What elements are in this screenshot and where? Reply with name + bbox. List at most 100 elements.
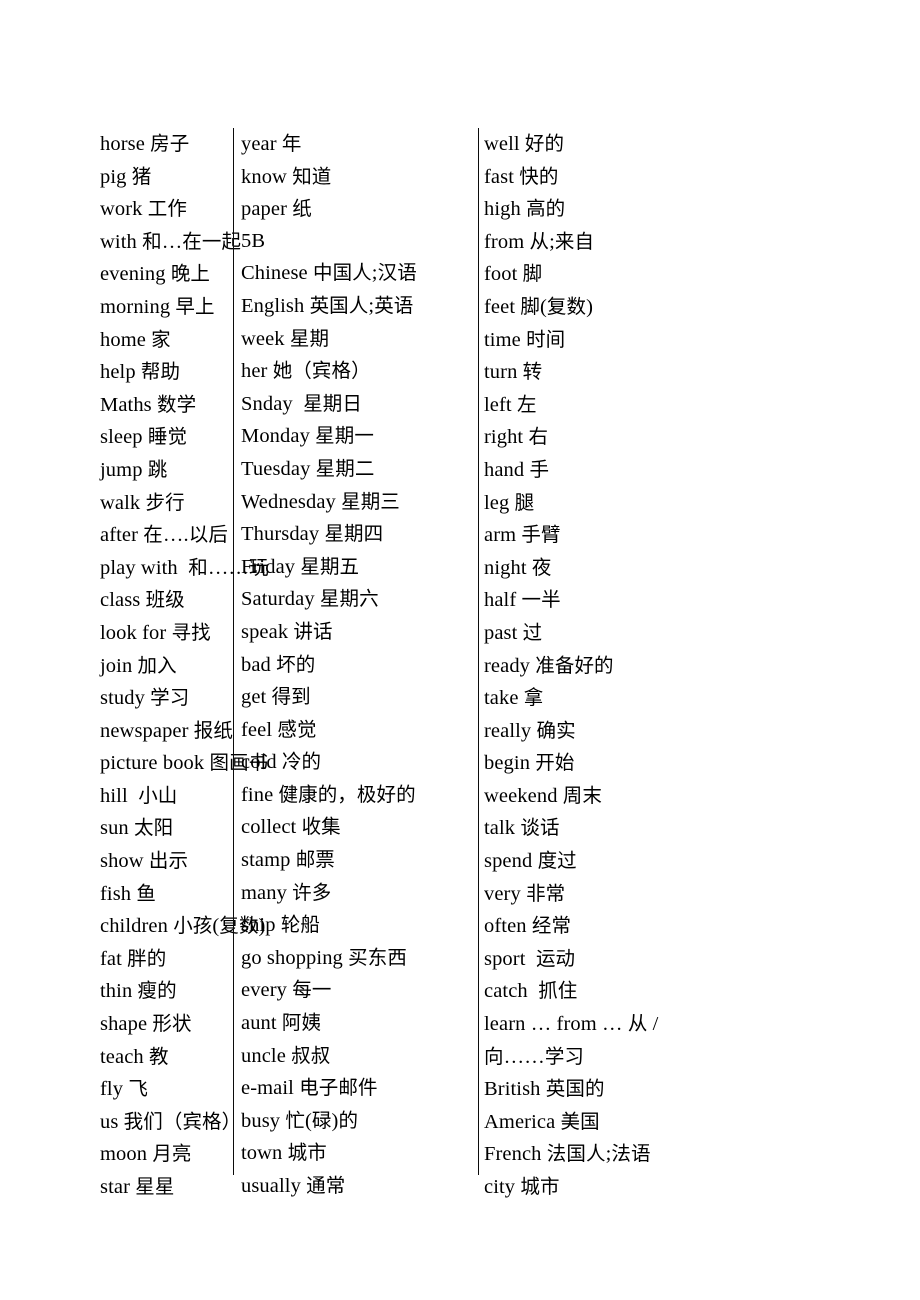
vocabulary-entry: from 从;来自 — [484, 229, 595, 253]
vocabulary-columns: horse 房子 pig 猪 work 工作 with 和…在一起 evening 晚上… — [0, 128, 920, 1198]
entry-translation-run: 她（宾格） — [272, 359, 371, 383]
vocabulary-entry: join 加入 — [100, 653, 177, 677]
vocabulary-entry: sun 太阳 — [100, 816, 174, 840]
vocabulary-entry: hill 小山 — [100, 783, 178, 807]
vocabulary-entry: often 经常 — [484, 914, 572, 938]
entry-translation-run: 脚 — [520, 294, 540, 318]
entry-translation-run: 的 — [338, 1108, 359, 1132]
vocabulary-entry: past 过 — [484, 620, 543, 644]
vocabulary-entry: horse 房子 — [100, 132, 190, 155]
entry-translation-run: 腿 — [514, 490, 535, 514]
entry-translation-run: 胖的 — [127, 946, 167, 970]
vocabulary-entry: uncle 叔叔 — [241, 1043, 331, 1067]
vocabulary-entry: sport 运动 — [484, 946, 576, 970]
vocabulary-entry: after 在….以后 — [100, 523, 228, 547]
vocabulary-entry: arm 手臂 — [484, 523, 561, 547]
vocabulary-entry: paper 纸 — [241, 197, 312, 221]
entry-translation-run: 加入 — [137, 653, 177, 677]
entry-translation-run: 坏的 — [276, 652, 316, 676]
entry-translation-run: 知道 — [292, 164, 332, 188]
vocabulary-entry: really 确实 — [484, 718, 576, 742]
entry-translation-run: 收集 — [301, 815, 341, 839]
entry-translation-run: 法国人 — [546, 1142, 606, 1166]
entry-translation-run: 周末 — [562, 783, 602, 807]
vocabulary-entry: French 法国人;法语 — [484, 1142, 651, 1166]
vocabulary-entry: ship 轮船 — [241, 913, 321, 937]
vocabulary-entry: star 星星 — [100, 1175, 175, 1198]
entry-translation-run: 瘦的 — [137, 979, 177, 1003]
entry-translation-run: 手臂 — [521, 523, 561, 547]
entry-translation-run: 快的 — [519, 164, 559, 188]
entry-translation-run: 星期 — [289, 326, 330, 350]
entry-translation-run: 手 — [529, 457, 550, 481]
vocabulary-entry: right 右 — [484, 425, 549, 449]
vocabulary-entry: 5B — [241, 229, 266, 252]
entry-translation-run: 形状 — [152, 1012, 192, 1036]
entry-translation-run: 谈话 — [520, 816, 560, 840]
entry-translation-run: 纸 — [292, 197, 312, 221]
entry-translation-run: 城市 — [287, 1141, 327, 1165]
entry-translation-run: 数学 — [156, 392, 197, 416]
entry-translation-run: 买东西 — [348, 945, 407, 969]
vocabulary-entry: America 美国 — [484, 1109, 600, 1133]
entry-translation-run: 冷的 — [281, 750, 322, 774]
vocabulary-entry: fast 快的 — [484, 164, 559, 188]
vocabulary-entry: very 非常 — [484, 881, 566, 905]
vocabulary-entry: city 城市 — [484, 1175, 560, 1198]
entry-translation-run: 右 — [528, 425, 549, 449]
vocabulary-entry: help 帮助 — [100, 360, 181, 384]
entry-translation-run: 左 — [516, 392, 537, 416]
entry-translation-run: 城市 — [520, 1175, 560, 1198]
vocabulary-entry: every 每一 — [241, 978, 332, 1002]
vocabulary-entry: Wednesday 星期三 — [241, 489, 400, 513]
entry-translation-run: 邮票 — [295, 848, 335, 872]
entry-translation-run: 许多 — [292, 880, 332, 904]
entry-translation-run: 度过 — [537, 849, 577, 873]
vocabulary-entry: begin 开始 — [484, 751, 575, 775]
entry-translation-run: 确实 — [536, 718, 576, 742]
vocabulary-entry: fish 鱼 — [100, 881, 156, 905]
entry-translation-run: 寻找 — [171, 620, 211, 644]
entry-translation-run: 星期一 — [315, 424, 374, 448]
vocabulary-entry: feet 脚(复数) — [484, 294, 594, 318]
entry-translation-run: 出示 — [148, 849, 189, 873]
entry-translation-run: 过 — [522, 620, 543, 644]
entry-translation-run: 房子 — [150, 132, 190, 155]
vocabulary-entry: look for 寻找 — [100, 620, 211, 644]
vocabulary-entry: fly 飞 — [100, 1077, 148, 1101]
vocabulary-entry: Saturday 星期六 — [241, 587, 379, 611]
vocabulary-entry: English 英国人;英语 — [241, 293, 414, 317]
entry-translation-run: 英国人 — [309, 293, 369, 317]
vocabulary-entry: many 许多 — [241, 880, 332, 904]
entry-translation-run: 飞 — [128, 1077, 148, 1101]
entry-translation-run: 法语 — [611, 1142, 651, 1166]
entry-translation-run: 英语 — [374, 293, 414, 317]
vocabulary-entry: class 班级 — [100, 588, 185, 612]
vocabulary-entry: foot 脚 — [484, 262, 543, 286]
entry-translation-run: 复数 — [546, 294, 587, 318]
vocabulary-entry: show 出示 — [100, 849, 189, 873]
entry-translation-run: 感觉 — [277, 717, 317, 741]
entry-translation-run: 健康的，极好的 — [278, 782, 416, 806]
entry-translation-run: 教 — [148, 1044, 169, 1068]
entry-translation-run: 高的 — [526, 197, 566, 221]
entry-translation-run: 星期四 — [324, 522, 384, 546]
entry-translation-run: 学习 — [150, 686, 190, 710]
vocabulary-entry: know 知道 — [241, 164, 332, 188]
vocabulary-entry: ready 准备好的 — [484, 653, 614, 677]
vocabulary-entry: us 我们（宾格） — [100, 1109, 242, 1133]
entry-translation-run: 和 — [142, 229, 162, 253]
entry-translation-run: 运动 — [535, 946, 576, 970]
entry-translation-run: 忙 — [285, 1108, 305, 1132]
entry-translation-run: 准备好的 — [535, 653, 614, 677]
entry-translation-run: 报纸 — [193, 718, 233, 742]
vocabulary-entry: Thursday 星期四 — [241, 522, 384, 546]
entry-translation-run: 从 — [627, 1012, 648, 1036]
vocabulary-entry: with 和…在一起 — [100, 229, 242, 253]
entry-translation-run: 美国 — [560, 1109, 600, 1133]
entry-translation-run: 抓住 — [538, 979, 578, 1003]
vocabulary-entry: turn 转 — [484, 360, 543, 384]
vocabulary-entry: learn … from … 从 / 向……学习 — [484, 1012, 659, 1068]
entry-translation-run: 猪 — [131, 164, 152, 188]
vocabulary-entry: town 城市 — [241, 1141, 327, 1165]
